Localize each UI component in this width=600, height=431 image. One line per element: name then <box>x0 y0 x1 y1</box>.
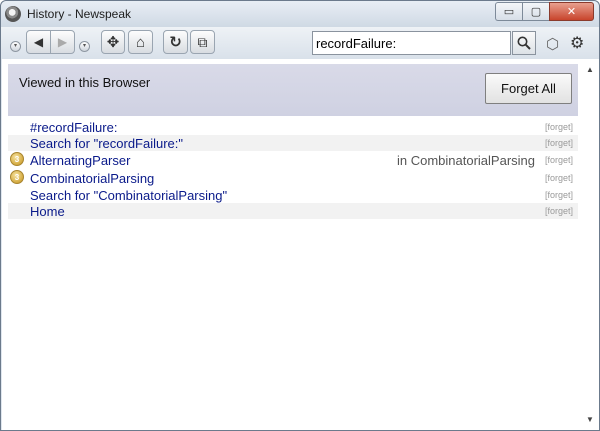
class-badge-icon: 3 <box>10 152 24 166</box>
toolbar: ▾ ◀ ▶ ▾ ✥ ⌂ ↻ ⧉ ⬡ ⚙ <box>1 27 599 59</box>
minimize-button[interactable]: ▭ <box>495 2 522 21</box>
list-item: 3 AlternatingParser in CombinatorialPars… <box>8 151 578 169</box>
history-link[interactable]: Search for "CombinatorialParsing" <box>30 188 227 203</box>
vertical-scrollbar[interactable]: ▲ ▼ <box>582 59 599 430</box>
forward-menu-icon[interactable]: ▾ <box>79 41 90 52</box>
close-button[interactable]: ✕ <box>549 2 594 21</box>
forget-all-button[interactable]: Forget All <box>485 73 572 104</box>
forget-link[interactable]: [forget] <box>545 138 573 148</box>
settings-icon[interactable]: ⚙ <box>570 33 584 53</box>
close-icon: ✕ <box>566 6 577 18</box>
list-item: Search for "recordFailure:" [forget] <box>8 135 578 151</box>
window-title: History - Newspeak <box>27 7 132 21</box>
list-item: Search for "CombinatorialParsing" [forge… <box>8 187 578 203</box>
list-item: Home [forget] <box>8 203 578 219</box>
minimize-icon: ▭ <box>503 6 515 18</box>
list-item: #recordFailure: [forget] <box>8 119 578 135</box>
title-bar[interactable]: History - Newspeak ▭ ▢ ✕ <box>1 1 599 27</box>
scroll-up-icon[interactable]: ▲ <box>586 65 594 74</box>
forward-arrow-icon: ▶ <box>57 35 68 49</box>
new-window-icon: ⧉ <box>197 33 208 50</box>
home-button[interactable]: ⌂ <box>128 30 153 54</box>
history-page: Viewed in this Browser Forget All #recor… <box>2 59 599 430</box>
search-button[interactable] <box>512 31 536 55</box>
app-icon <box>5 6 21 22</box>
search-input[interactable] <box>312 31 511 55</box>
window-controls: ▭ ▢ ✕ <box>495 2 594 21</box>
forward-button[interactable]: ▶ <box>50 30 75 54</box>
history-header: Viewed in this Browser Forget All <box>8 64 578 116</box>
class-badge-icon: 3 <box>10 170 24 184</box>
browser-window: History - Newspeak ▭ ▢ ✕ ▾ ◀ ▶ ▾ ✥ ⌂ ↻ ⧉… <box>0 0 600 431</box>
search-icon <box>517 36 531 50</box>
forget-link[interactable]: [forget] <box>545 206 573 216</box>
forget-link[interactable]: [forget] <box>545 190 573 200</box>
forget-link[interactable]: [forget] <box>545 122 573 132</box>
history-link[interactable]: AlternatingParser <box>30 153 130 168</box>
scroll-down-icon[interactable]: ▼ <box>586 415 594 424</box>
navigate-icon: ✥ <box>106 34 120 51</box>
history-list: #recordFailure: [forget] Search for "rec… <box>8 119 578 219</box>
history-link[interactable]: Search for "recordFailure:" <box>30 136 183 151</box>
history-link[interactable]: Home <box>30 204 65 219</box>
history-menu-icon[interactable]: ▾ <box>10 41 21 52</box>
history-link[interactable]: CombinatorialParsing <box>30 171 154 186</box>
refresh-icon: ↻ <box>169 34 182 51</box>
home-icon: ⌂ <box>135 33 146 51</box>
refresh-button[interactable]: ↻ <box>163 30 188 54</box>
row-context: in CombinatorialParsing <box>396 152 535 168</box>
forget-link[interactable]: [forget] <box>545 173 573 183</box>
back-arrow-icon: ◀ <box>33 35 44 49</box>
navigate-button[interactable]: ✥ <box>101 30 125 54</box>
maximize-icon: ▢ <box>530 6 542 18</box>
forget-link[interactable]: [forget] <box>545 155 573 165</box>
back-button[interactable]: ◀ <box>26 30 51 54</box>
list-item: 3 CombinatorialParsing [forget] <box>8 169 578 187</box>
page-title: Viewed in this Browser <box>19 75 151 90</box>
new-window-button[interactable]: ⧉ <box>190 30 215 54</box>
maximize-button[interactable]: ▢ <box>522 2 549 21</box>
workspace-icon[interactable]: ⬡ <box>546 35 559 53</box>
history-link[interactable]: #recordFailure: <box>30 120 117 135</box>
